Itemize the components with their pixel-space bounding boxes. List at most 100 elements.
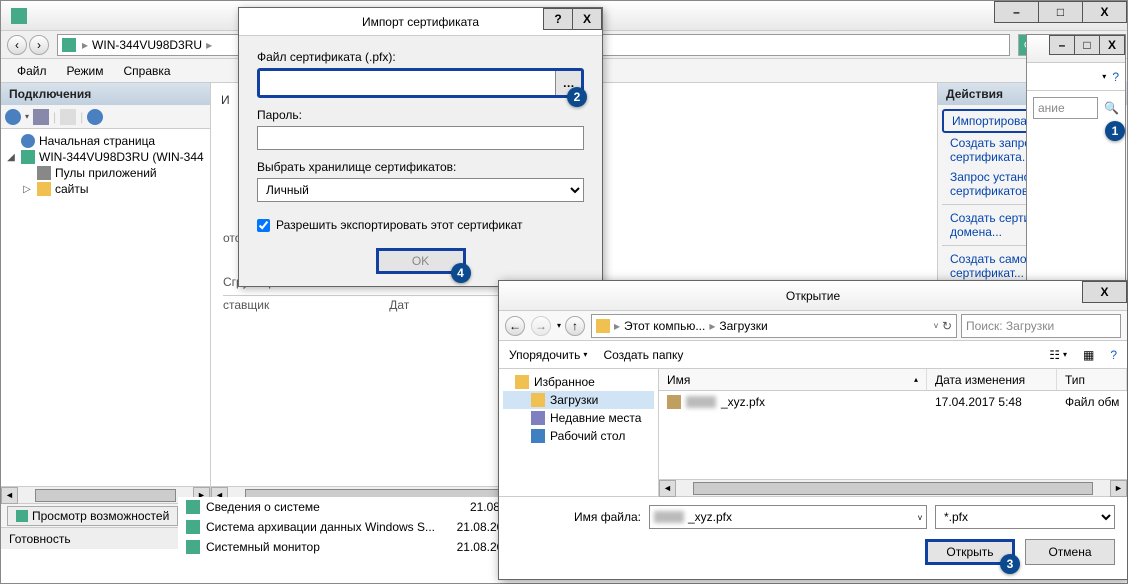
tree-server[interactable]: ◢WIN-344VU98D3RU (WIN-344 — [5, 149, 206, 165]
crumb-dropdown[interactable]: v — [934, 321, 938, 330]
side-search-box[interactable]: ание — [1033, 97, 1098, 119]
open-button[interactable]: Открыть 3 — [925, 539, 1015, 565]
nav-downloads[interactable]: Загрузки — [503, 391, 654, 409]
cert-file-input[interactable] — [260, 71, 555, 95]
folder-icon — [37, 182, 51, 196]
side-help-icon[interactable]: ? — [1112, 70, 1119, 84]
menu-mode[interactable]: Режим — [57, 62, 114, 80]
maximize-button[interactable]: □ — [1038, 1, 1083, 23]
side-close[interactable]: X — [1099, 35, 1125, 55]
help-icon[interactable]: ? — [1110, 348, 1117, 362]
new-folder-button[interactable]: Создать папку — [603, 348, 683, 362]
cert-file-group: … 2 — [257, 68, 584, 98]
menu-file[interactable]: Файл — [7, 62, 57, 80]
col-date[interactable]: Дат — [389, 298, 409, 312]
cancel-button[interactable]: Отмена — [1025, 539, 1115, 565]
server-icon — [62, 38, 76, 52]
perfmon-icon — [186, 540, 200, 554]
settings-icon[interactable] — [87, 109, 103, 125]
desktop-icon — [531, 429, 545, 443]
pfx-icon — [667, 395, 681, 409]
open-close-button[interactable]: X — [1082, 281, 1127, 303]
col-type-header[interactable]: Тип — [1057, 369, 1127, 390]
background-list: Сведения о системе21.08.2 Система архива… — [178, 497, 518, 557]
filename-input[interactable]: _xyz.pfx v — [649, 505, 927, 529]
breadcrumb[interactable]: ▸ Этот компью... ▸ Загрузки v ↻ — [591, 314, 957, 338]
address-text: WIN-344VU98D3RU — [92, 38, 202, 52]
nav-favorites[interactable]: Избранное — [503, 373, 654, 391]
minimize-button[interactable]: – — [994, 1, 1039, 23]
nav-recent[interactable]: Недавние места — [503, 409, 654, 427]
folder-icon — [596, 319, 610, 333]
nav-forward-button[interactable]: › — [29, 35, 49, 55]
allow-export-label: Разрешить экспортировать этот сертификат — [276, 218, 523, 232]
store-select[interactable]: Личный — [257, 178, 584, 202]
open-search-box[interactable]: Поиск: Загрузки — [961, 314, 1121, 338]
badge-4: 4 — [451, 263, 471, 283]
up-icon[interactable] — [60, 109, 76, 125]
connect-icon[interactable] — [5, 109, 21, 125]
save-icon[interactable] — [33, 109, 49, 125]
preview-button[interactable]: ▦ — [1083, 348, 1094, 362]
connections-header: Подключения — [1, 83, 210, 105]
col-name-header[interactable]: Имя▴ — [659, 369, 927, 390]
side-max[interactable]: □ — [1074, 35, 1100, 55]
globe-icon — [21, 134, 35, 148]
open-up-button[interactable]: ↑ — [565, 316, 585, 336]
folder-icon — [531, 393, 545, 407]
menu-help[interactable]: Справка — [114, 62, 181, 80]
tab-features[interactable]: Просмотр возможностей — [7, 506, 178, 526]
open-back-button[interactable]: ← — [505, 316, 525, 336]
filelist-scrollbar[interactable]: ◄► — [659, 479, 1127, 496]
crumb-refresh[interactable]: ↻ — [942, 319, 952, 333]
close-button[interactable]: X — [1082, 1, 1127, 23]
pool-icon — [37, 166, 51, 180]
file-open-dialog: Открытие X ← → ▾ ↑ ▸ Этот компью... ▸ За… — [498, 280, 1128, 580]
connections-toolbar: ▾ | | — [1, 105, 210, 129]
server-node-icon — [21, 150, 35, 164]
col-supplier[interactable]: ставщик — [223, 298, 269, 312]
store-label: Выбрать хранилище сертификатов: — [257, 160, 584, 174]
filter-select[interactable]: *.pfx — [935, 505, 1115, 529]
import-help-button[interactable]: ? — [543, 8, 573, 30]
list-item[interactable]: Системный монитор21.08.201 — [178, 537, 518, 557]
organize-button[interactable]: Упорядочить ▾ — [509, 348, 587, 362]
password-input[interactable] — [257, 126, 584, 150]
backup-icon — [186, 520, 200, 534]
iis-icon — [11, 8, 27, 24]
open-address-bar: ← → ▾ ↑ ▸ Этот компью... ▸ Загрузки v ↻ … — [499, 311, 1127, 341]
search-icon[interactable]: 🔍 — [1104, 101, 1119, 115]
cert-file-label: Файл сертификата (.pfx): — [257, 50, 584, 64]
filename-label: Имя файла: — [511, 510, 641, 524]
nav-desktop[interactable]: Рабочий стол — [503, 427, 654, 445]
blurred-prefix — [686, 396, 716, 408]
side-min[interactable]: – — [1049, 35, 1075, 55]
center-letter: И — [221, 93, 230, 107]
sysinfo-icon — [186, 500, 200, 514]
ok-button[interactable]: OK 4 — [376, 248, 466, 274]
import-close-button[interactable]: X — [572, 8, 602, 30]
open-dialog-title: Открытие X — [499, 281, 1127, 311]
import-certificate-dialog: Импорт сертификата ? X Файл сертификата … — [238, 7, 603, 287]
col-date-header[interactable]: Дата изменения — [927, 369, 1057, 390]
tree-sites[interactable]: ▷сайты — [5, 181, 206, 197]
password-label: Пароль: — [257, 108, 584, 122]
tree-startpage[interactable]: Начальная страница — [5, 133, 206, 149]
badge-3: 3 — [1000, 554, 1020, 574]
badge-1: 1 — [1105, 121, 1125, 141]
list-item[interactable]: Сведения о системе21.08.2 — [178, 497, 518, 517]
features-icon — [16, 510, 28, 522]
connections-panel: Подключения ▾ | | Начальная страница ◢WI… — [1, 83, 211, 503]
file-row[interactable]: _xyz.pfx 17.04.2017 5:48 Файл обм — [659, 391, 1127, 413]
allow-export-checkbox[interactable] — [257, 219, 270, 232]
tree-app-pools[interactable]: Пулы приложений — [5, 165, 206, 181]
recent-icon — [531, 411, 545, 425]
view-button[interactable]: ☷ ▾ — [1049, 348, 1067, 362]
import-dialog-title: Импорт сертификата ? X — [239, 8, 602, 36]
open-forward-button[interactable]: → — [531, 316, 551, 336]
nav-back-button[interactable]: ‹ — [7, 35, 27, 55]
blurred-prefix — [654, 511, 684, 523]
open-toolbar: Упорядочить ▾ Создать папку ☷ ▾ ▦ ? — [499, 341, 1127, 369]
list-item[interactable]: Система архивации данных Windows S...21.… — [178, 517, 518, 537]
file-list: Имя▴ Дата изменения Тип _xyz.pfx 17.04.2… — [659, 369, 1127, 496]
